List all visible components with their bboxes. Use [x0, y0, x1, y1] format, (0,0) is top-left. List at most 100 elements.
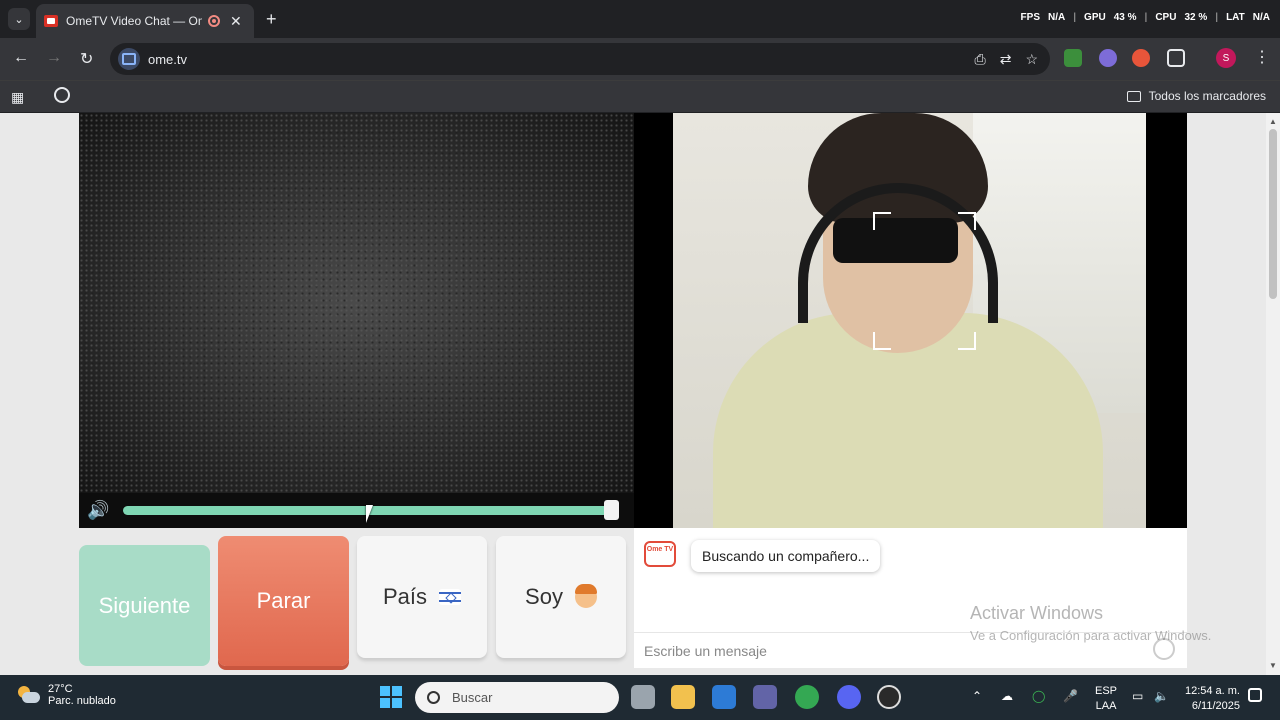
store-icon[interactable]	[712, 685, 736, 709]
page-scrollbar[interactable]: ▲ ▼	[1266, 113, 1280, 675]
install-app-icon[interactable]: ⎙	[975, 51, 986, 68]
volume-icon[interactable]: 🔈	[1154, 689, 1169, 703]
bookmarks-bar: ▦ Todos los marcadores	[0, 80, 1280, 112]
temperature: 27°C	[48, 683, 73, 695]
video-area: 🔊	[79, 113, 1187, 528]
sunglasses	[833, 218, 958, 263]
site-info-icon[interactable]	[118, 48, 140, 70]
tab-title: OmeTV Video Chat — Ome	[66, 14, 202, 28]
next-label: Siguiente	[98, 592, 191, 618]
scroll-up-icon[interactable]: ▲	[1269, 117, 1277, 126]
extension-cloud-icon[interactable]	[1099, 49, 1117, 67]
gender-button[interactable]: Soy	[496, 536, 626, 658]
globe-icon[interactable]	[54, 87, 70, 103]
scroll-down-icon[interactable]: ▼	[1269, 661, 1277, 670]
ometv-favicon-icon	[44, 15, 58, 27]
volume-slider-handle[interactable]	[604, 500, 619, 520]
back-icon[interactable]: ←	[13, 49, 29, 67]
browser-toolbar: ← → ↻ ome.tv ⎙ ⇄ ☆ S ⋮	[0, 38, 1280, 80]
microphone-icon[interactable]: 🎤	[1063, 689, 1078, 703]
clock-date: 6/11/2025	[1191, 700, 1240, 712]
reload-icon[interactable]: ↻	[80, 49, 93, 69]
system-clock[interactable]: 12:54 a. m. 6/11/2025	[1180, 684, 1240, 714]
fps-value: N/A	[1048, 12, 1066, 23]
volume-bar: 🔊	[79, 493, 634, 528]
static-noise	[79, 113, 634, 493]
obs-icon[interactable]	[877, 685, 901, 709]
address-bar[interactable]: ome.tv ⎙ ⇄ ☆	[110, 43, 1050, 75]
ometv-logo: Ome TV	[644, 541, 676, 567]
country-filter-button[interactable]: País	[357, 536, 487, 658]
watermark-title: Activar Windows	[970, 603, 1104, 623]
language-code: ESP	[1095, 685, 1118, 697]
stranger-video	[79, 113, 634, 493]
taskbar-search[interactable]: Buscar	[415, 682, 619, 713]
file-explorer-icon[interactable]	[671, 685, 695, 709]
url-text: ome.tv	[148, 51, 188, 67]
keyboard-layout: LAA	[1095, 700, 1117, 712]
weather-widget[interactable]: 27°C Parc. nublado	[16, 683, 116, 707]
close-tab-icon[interactable]: ✕	[230, 13, 242, 30]
country-flag-icon	[439, 589, 462, 605]
clock-time: 12:54 a. m.	[1184, 685, 1240, 697]
discord-icon[interactable]	[837, 685, 861, 709]
tray-app-icon[interactable]: ◯	[1032, 689, 1045, 703]
bookmark-star-icon[interactable]: ☆	[1025, 51, 1038, 68]
face-frame-corner	[958, 332, 976, 350]
face-frame-corner	[873, 212, 891, 230]
status-message: Buscando un compañero...	[691, 540, 881, 572]
windows-taskbar: 27°C Parc. nublado Buscar ⌃ ☁ ◯ 🎤 ESP LA…	[0, 675, 1280, 720]
browser-tab[interactable]: OmeTV Video Chat — Ome ✕	[36, 4, 254, 38]
mouse-cursor-icon	[366, 505, 373, 523]
translate-icon[interactable]: ⇄	[1000, 51, 1012, 68]
all-bookmarks-label: Todos los marcadores	[1148, 89, 1266, 103]
performance-overlay: FPS N/A | GPU 43 % | CPU 32 % | LAT N/A	[1020, 12, 1270, 23]
gpu-label: GPU	[1084, 12, 1106, 23]
teams-icon[interactable]	[753, 685, 777, 709]
new-tab-icon[interactable]: +	[266, 9, 277, 30]
gender-label: Soy	[525, 584, 563, 609]
lat-label: LAT	[1226, 12, 1245, 23]
network-icon[interactable]: ▭	[1132, 689, 1143, 703]
folder-icon	[1126, 90, 1141, 102]
weather-condition: Parc. nublado	[48, 695, 116, 707]
forward-icon[interactable]: →	[46, 49, 62, 67]
chat-panel: Ome TV Buscando un compañero... Escribe …	[634, 528, 1187, 668]
onedrive-icon[interactable]: ☁	[1001, 689, 1013, 703]
recording-icon	[208, 15, 220, 27]
activation-watermark: Activar Windows Ve a Configuración para …	[970, 603, 1211, 643]
scrollbar-thumb[interactable]	[1269, 129, 1277, 299]
profile-avatar[interactable]: S	[1216, 48, 1236, 68]
chat-controls: Siguiente Parar País Soy	[79, 536, 627, 666]
all-bookmarks-button[interactable]: Todos los marcadores	[1126, 89, 1266, 103]
extensions-puzzle-icon[interactable]	[1167, 49, 1185, 67]
apps-grid-icon[interactable]: ▦	[11, 89, 24, 106]
extension-chart-icon[interactable]	[1064, 49, 1082, 67]
partly-cloudy-icon	[16, 686, 40, 704]
tab-search-button[interactable]: ⌄	[8, 8, 30, 30]
cpu-label: CPU	[1155, 12, 1177, 23]
stop-button[interactable]: Parar	[218, 536, 349, 666]
cpu-value: 32 %	[1184, 12, 1208, 23]
tray-chevron-icon[interactable]: ⌃	[972, 689, 982, 703]
notifications-icon[interactable]	[1248, 688, 1262, 702]
face-frame-corner	[958, 212, 976, 230]
chrome-icon[interactable]	[795, 685, 819, 709]
start-button[interactable]	[380, 686, 402, 708]
fps-label: FPS	[1020, 12, 1040, 23]
gpu-value: 43 %	[1113, 12, 1137, 23]
watermark-subtitle: Ve a Configuración para activar Windows.	[970, 628, 1212, 643]
browser-menu-icon[interactable]: ⋮	[1254, 47, 1270, 67]
stop-label: Parar	[256, 588, 311, 613]
face-frame-corner	[873, 332, 891, 350]
self-camera-video	[673, 113, 1146, 528]
task-view-icon[interactable]	[631, 685, 655, 709]
boy-emoji-icon	[574, 584, 597, 608]
language-indicator[interactable]: ESP LAA	[1095, 684, 1117, 714]
speaker-icon[interactable]: 🔊	[87, 500, 109, 521]
page-content: 🔊 Siguiente Parar País Soy Ome TV Buscan…	[0, 113, 1266, 675]
search-placeholder: Buscar	[452, 690, 493, 705]
extension-fire-icon[interactable]	[1132, 49, 1150, 67]
search-icon	[427, 691, 440, 704]
next-button[interactable]: Siguiente	[79, 545, 210, 666]
